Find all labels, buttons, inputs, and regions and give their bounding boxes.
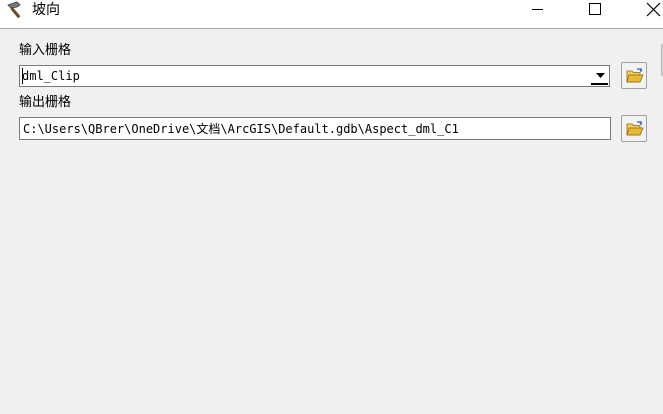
chevron-down-icon <box>596 73 605 78</box>
input-raster-combobox[interactable]: dml_Clip <box>19 65 610 87</box>
input-raster-label: 输入栅格 <box>19 43 72 58</box>
minimize-icon <box>532 9 543 10</box>
input-raster-browse-button[interactable] <box>621 62 647 89</box>
tool-dialog-window: 坡向 输入栅格 dml_Clip 输出栅格 C:\Users\QBrer\One… <box>0 0 663 414</box>
open-folder-icon <box>626 121 644 136</box>
close-icon <box>646 2 661 17</box>
window-title: 坡向 <box>32 2 60 18</box>
open-folder-icon <box>626 68 644 83</box>
text-cursor <box>22 68 23 84</box>
output-raster-label: 输出栅格 <box>19 95 72 110</box>
maximize-icon <box>589 3 601 15</box>
maximize-button[interactable] <box>573 0 617 24</box>
title-bar[interactable]: 坡向 <box>0 0 663 29</box>
output-raster-textbox[interactable]: C:\Users\QBrer\OneDrive\文档\ArcGIS\Defaul… <box>19 117 611 140</box>
dropdown-focus-underline <box>591 83 608 85</box>
minimize-button[interactable] <box>515 0 559 24</box>
close-button[interactable] <box>630 0 663 24</box>
output-raster-browse-button[interactable] <box>621 115 647 142</box>
input-raster-value[interactable]: dml_Clip <box>22 68 80 84</box>
hammer-icon <box>5 1 27 19</box>
output-raster-value[interactable]: C:\Users\QBrer\OneDrive\文档\ArcGIS\Defaul… <box>23 121 459 137</box>
